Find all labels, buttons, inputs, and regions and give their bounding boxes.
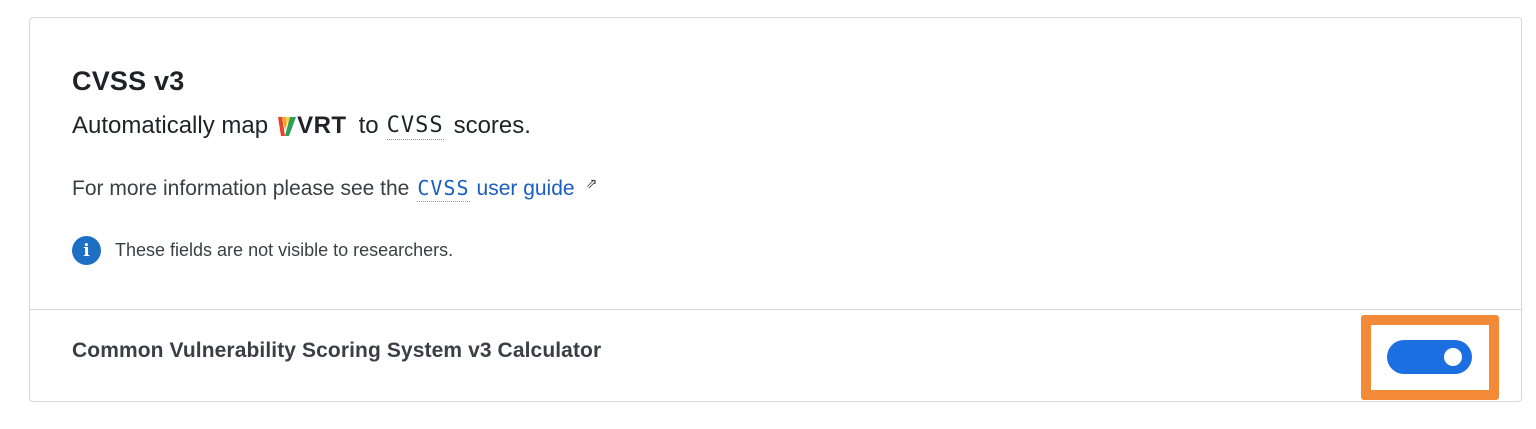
vrt-logo: VRT [278, 112, 347, 140]
vrt-logo-icon [278, 116, 297, 136]
notice-text: These fields are not visible to research… [115, 240, 454, 260]
info-icon: i [72, 236, 101, 265]
cvss-settings-card: CVSS v3 Automatically map VRT to CVSS sc… [29, 17, 1522, 402]
toggle-knob [1444, 348, 1462, 366]
card-subtitle: Automatically map VRT to CVSS scores. [72, 112, 531, 140]
more-info-line: For more information please see the CVSS… [72, 174, 598, 202]
link-text: user guide [476, 177, 575, 200]
visibility-notice: i These fields are not visible to resear… [72, 236, 453, 265]
subtitle-to: to [358, 112, 379, 139]
link-cvss-abbreviation: CVSS [417, 176, 470, 202]
card-header-section: CVSS v3 Automatically map VRT to CVSS sc… [30, 18, 1521, 309]
cvss-user-guide-link[interactable]: CVSS user guide [417, 176, 575, 202]
calculator-label: Common Vulnerability Scoring System v3 C… [72, 339, 602, 362]
calculator-toggle[interactable] [1387, 340, 1472, 374]
calculator-setting-row: Common Vulnerability Scoring System v3 C… [30, 310, 1521, 401]
more-info-text: For more information please see the [72, 177, 410, 200]
subtitle-prefix: Automatically map [72, 112, 269, 139]
external-link-icon: ⇗ [585, 174, 598, 191]
card-title: CVSS v3 [72, 66, 185, 96]
vrt-label: VRT [297, 112, 347, 139]
subtitle-suffix: scores. [453, 112, 531, 139]
cvss-abbreviation[interactable]: CVSS [386, 113, 444, 140]
